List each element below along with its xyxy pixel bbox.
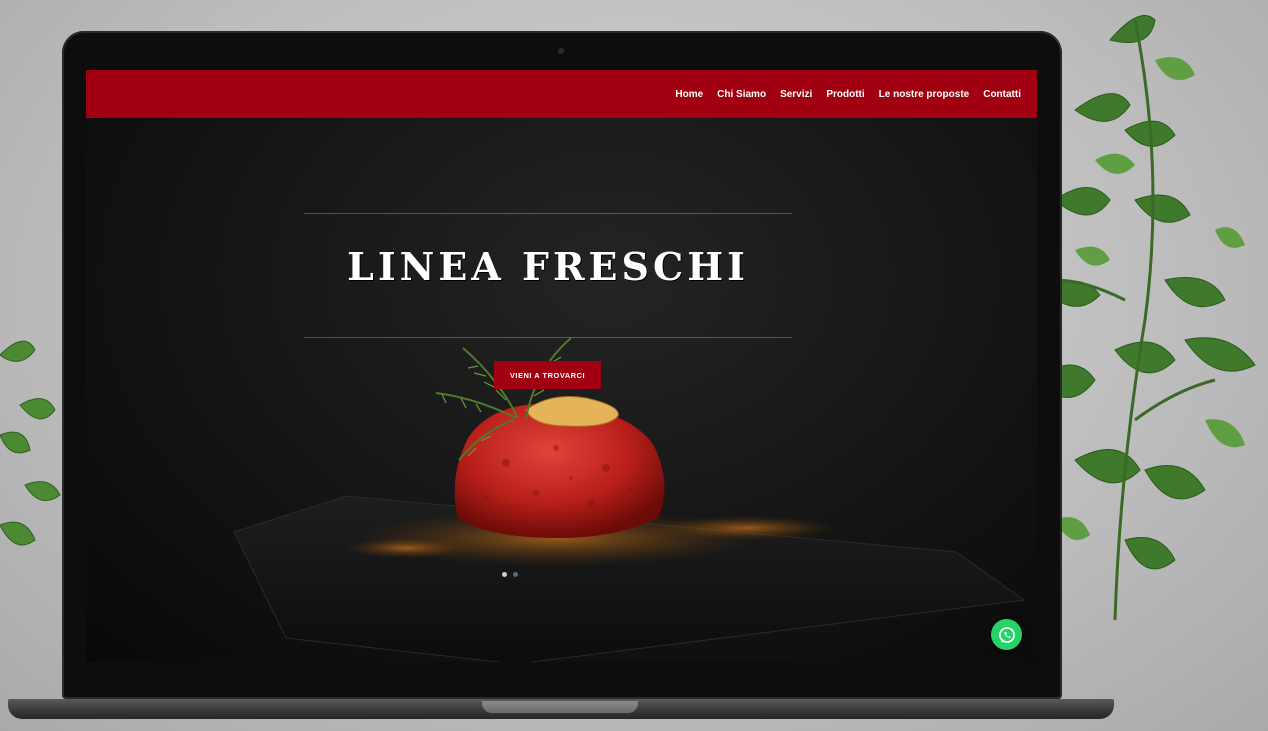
nav-item-servizi[interactable]: Servizi (780, 89, 812, 100)
navbar: Home Chi Siamo Servizi Prodotti Le nostr… (86, 70, 1037, 118)
hero-divider-bottom (304, 337, 792, 338)
vieni-a-trovarci-button[interactable]: VIENI A TROVARCI (494, 361, 601, 389)
slider-dots (502, 572, 518, 577)
hero-title: LINEA FRESCHI (347, 244, 749, 289)
slider-dot-2[interactable] (513, 572, 518, 577)
plant-decoration-left (0, 340, 61, 546)
hero-image (233, 337, 1026, 662)
whatsapp-icon (998, 626, 1015, 643)
whatsapp-button[interactable] (991, 619, 1022, 650)
nav-menu: Home Chi Siamo Servizi Prodotti Le nostr… (675, 70, 1021, 118)
nav-item-prodotti[interactable]: Prodotti (826, 89, 864, 100)
hero-divider-top (304, 213, 792, 214)
camera-icon (558, 48, 564, 54)
website-screen: Home Chi Siamo Servizi Prodotti Le nostr… (86, 70, 1037, 662)
nav-item-contatti[interactable]: Contatti (983, 89, 1021, 100)
nav-item-home[interactable]: Home (675, 89, 703, 100)
nav-item-chi-siamo[interactable]: Chi Siamo (717, 89, 766, 100)
nav-item-le-nostre-proposte[interactable]: Le nostre proposte (879, 89, 970, 100)
slider-dot-1[interactable] (502, 572, 507, 577)
laptop-hinge (482, 701, 638, 713)
